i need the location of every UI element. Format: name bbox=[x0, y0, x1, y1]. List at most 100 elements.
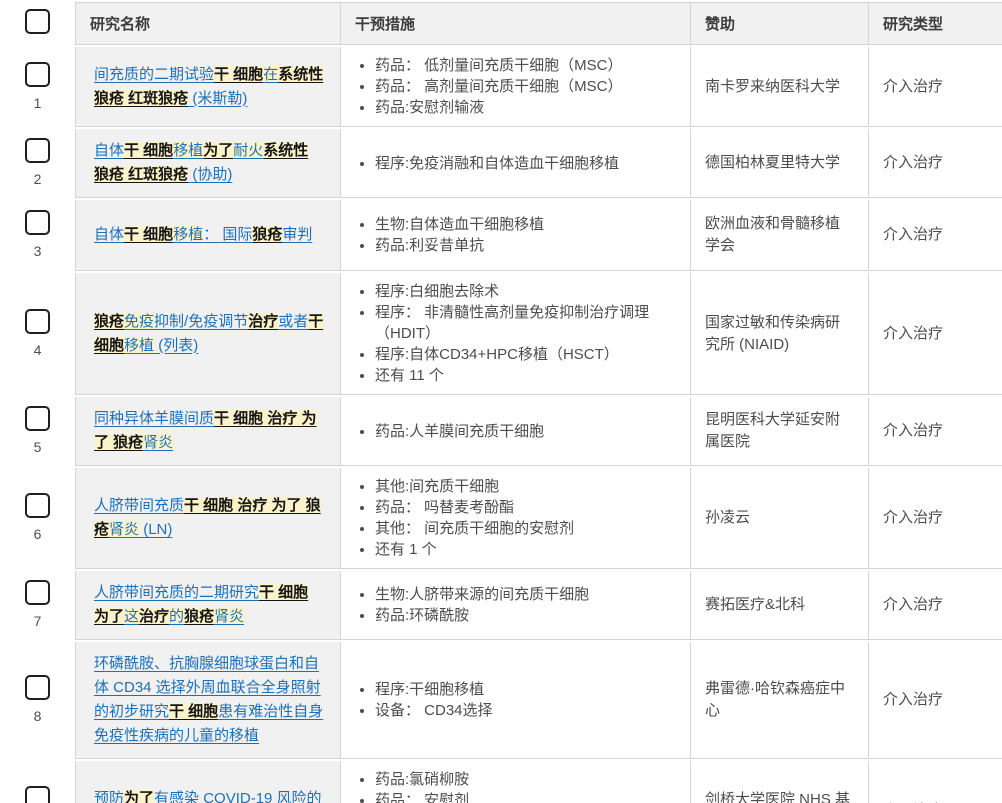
study-title-link[interactable]: 同种异体羊膜间质干 细胞 治疗 为了 狼疮肾炎 bbox=[94, 410, 317, 451]
interventions-cell: 其他:间充质干细胞药品： 吗替麦考酚酯其他： 间充质干细胞的安慰剂还有 1 个 bbox=[340, 468, 690, 569]
study-title-segment: 审判 bbox=[282, 226, 312, 243]
row-number: 5 bbox=[25, 439, 50, 455]
study-title-link[interactable]: 环磷酰胺、抗胸腺细胞球蛋白和自体 CD34 选择外周血联合全身照射的初步研究干 … bbox=[94, 655, 323, 744]
intervention-item: 程序:白细胞去除术 bbox=[375, 281, 680, 302]
study-name-cell: 狼疮免疫抑制/免疫调节治疗或者干 细胞移植 (列表) bbox=[75, 273, 340, 395]
intervention-item: 药品： 高剂量间充质干细胞（MSC） bbox=[375, 76, 680, 97]
interventions-cell: 程序:白细胞去除术程序： 非清髓性高剂量免疫抑制治疗调理（HDIT）程序:自体C… bbox=[340, 273, 690, 395]
study-title-link[interactable]: 预防为了有感染 COVID-19 风险的患者 -V bbox=[94, 790, 322, 803]
study-title-segment: (米斯勒) bbox=[188, 90, 247, 107]
study-title-segment: 干 细胞 bbox=[214, 66, 263, 83]
intervention-item: 药品:利妥昔单抗 bbox=[375, 235, 680, 256]
sponsor-cell: 德国柏林夏里特大学 bbox=[690, 129, 868, 198]
study-name-cell: 人脐带间充质干 细胞 治疗 为了 狼疮肾炎 (LN) bbox=[75, 468, 340, 569]
study-type-cell: 介入治疗 bbox=[868, 571, 1002, 640]
study-title-segment: 移植 bbox=[173, 142, 203, 159]
table-row: 8 环磷酰胺、抗胸腺细胞球蛋白和自体 CD34 选择外周血联合全身照射的初步研究干… bbox=[0, 642, 1002, 759]
interventions-cell: 程序:免疫消融和自体造血干细胞移植 bbox=[340, 129, 690, 198]
interventions-list: 程序:免疫消融和自体造血干细胞移植 bbox=[355, 153, 680, 174]
study-title-segment: 自体 bbox=[94, 226, 124, 243]
select-all-checkbox[interactable] bbox=[25, 9, 50, 34]
interventions-list: 生物:自体造血干细胞移植药品:利妥昔单抗 bbox=[355, 214, 680, 256]
study-title-link[interactable]: 人脐带间充质干 细胞 治疗 为了 狼疮肾炎 (LN) bbox=[94, 497, 321, 538]
interventions-cell: 程序:干细胞移植设备： CD34选择 bbox=[340, 642, 690, 759]
row-select-cell: 4 bbox=[0, 273, 75, 395]
study-title-segment: (协助) bbox=[188, 166, 232, 183]
interventions-list: 生物:人脐带来源的间充质干细胞药品:环磷酰胺 bbox=[355, 584, 680, 626]
intervention-item: 药品： 安慰剂 bbox=[375, 790, 680, 803]
intervention-item: 药品： 吗替麦考酚酯 bbox=[375, 497, 680, 518]
study-title-segment: 治疗 bbox=[248, 313, 278, 330]
intervention-item: 药品： 低剂量间充质干细胞（MSC） bbox=[375, 55, 680, 76]
interventions-cell: 生物:人脐带来源的间充质干细胞药品:环磷酰胺 bbox=[340, 571, 690, 640]
study-title-segment: 耐火 bbox=[233, 142, 263, 159]
table-row: 4 狼疮免疫抑制/免疫调节治疗或者干 细胞移植 (列表) 程序:白细胞去除术程序：… bbox=[0, 273, 1002, 395]
study-title-link[interactable]: 狼疮免疫抑制/免疫调节治疗或者干 细胞移植 (列表) bbox=[94, 313, 323, 354]
sponsor-cell: 孙凌云 bbox=[690, 468, 868, 569]
study-type-cell: 介入治疗 bbox=[868, 468, 1002, 569]
row-checkbox[interactable] bbox=[25, 406, 50, 431]
row-checkbox[interactable] bbox=[25, 138, 50, 163]
interventions-list: 程序:干细胞移植设备： CD34选择 bbox=[355, 679, 680, 721]
row-select-cell: 8 bbox=[0, 642, 75, 759]
row-checkbox[interactable] bbox=[25, 210, 50, 235]
intervention-item: 药品:安慰剂输液 bbox=[375, 97, 680, 118]
interventions-list: 药品： 低剂量间充质干细胞（MSC）药品： 高剂量间充质干细胞（MSC）药品:安… bbox=[355, 55, 680, 118]
study-type-cell: 介入治疗 bbox=[868, 397, 1002, 466]
row-number: 1 bbox=[25, 95, 50, 111]
row-number: 8 bbox=[25, 708, 50, 724]
study-title-segment: 或者 bbox=[278, 313, 308, 330]
study-title-segment: 在 bbox=[263, 66, 278, 83]
sponsor-cell: 欧洲血液和骨髓移植学会 bbox=[690, 200, 868, 271]
study-title-segment: ： 国际 bbox=[203, 226, 252, 243]
interventions-cell: 药品:氯硝柳胺药品： 安慰剂药品:环索奈德还有 3 个 bbox=[340, 761, 690, 803]
study-title-segment: (列表) bbox=[154, 337, 198, 354]
study-title-link[interactable]: 自体干 细胞移植为了耐火系统性 狼疮 红斑狼疮 (协助) bbox=[94, 142, 308, 183]
row-select-cell: 3 bbox=[0, 200, 75, 271]
study-title-link[interactable]: 人脐带间充质的二期研究干 细胞 为了这治疗的狼疮肾炎 bbox=[94, 584, 308, 625]
row-number: 3 bbox=[25, 243, 50, 259]
row-checkbox[interactable] bbox=[25, 580, 50, 605]
study-title-segment: 肾炎 bbox=[143, 434, 173, 451]
row-checkbox[interactable] bbox=[25, 309, 50, 334]
study-type-cell: 介入治疗 bbox=[868, 200, 1002, 271]
row-checkbox[interactable] bbox=[25, 493, 50, 518]
study-name-cell: 人脐带间充质的二期研究干 细胞 为了这治疗的狼疮肾炎 bbox=[75, 571, 340, 640]
study-title-segment: 狼疮 bbox=[184, 608, 214, 625]
study-title-segment: 抑制/免疫调节 bbox=[154, 313, 248, 330]
intervention-item: 药品:人羊膜间充质干细胞 bbox=[375, 421, 680, 442]
interventions-list: 程序:白细胞去除术程序： 非清髓性高剂量免疫抑制治疗调理（HDIT）程序:自体C… bbox=[355, 281, 680, 386]
intervention-item: 程序:干细胞移植 bbox=[375, 679, 680, 700]
row-checkbox[interactable] bbox=[25, 62, 50, 87]
table-row: 2 自体干 细胞移植为了耐火系统性 狼疮 红斑狼疮 (协助) 程序:免疫消融和自体… bbox=[0, 129, 1002, 198]
select-all-cell bbox=[0, 2, 75, 45]
table-row: 7 人脐带间充质的二期研究干 细胞 为了这治疗的狼疮肾炎 生物:人脐带来源的间充质干… bbox=[0, 571, 1002, 640]
study-type-cell: 介入治疗 bbox=[868, 761, 1002, 803]
row-select-cell: 6 bbox=[0, 468, 75, 569]
intervention-item: 药品:氯硝柳胺 bbox=[375, 769, 680, 790]
row-checkbox[interactable] bbox=[25, 675, 50, 700]
column-header-study-type: 研究类型 bbox=[868, 2, 1002, 45]
study-title-segment: 移植 bbox=[173, 226, 203, 243]
study-title-segment: 自体 bbox=[94, 142, 124, 159]
row-select-cell: 2 bbox=[0, 129, 75, 198]
clinical-studies-results-page: 研究名称 干预措施 赞助 研究类型 1间充质的二期试验干 细胞在系统性 狼疮 红… bbox=[0, 0, 1002, 803]
intervention-item: 程序:免疫消融和自体造血干细胞移植 bbox=[375, 153, 680, 174]
row-number: 6 bbox=[25, 526, 50, 542]
study-title-segment: 狼疮 bbox=[94, 313, 124, 330]
interventions-list: 药品:氯硝柳胺药品： 安慰剂药品:环索奈德还有 3 个 bbox=[355, 769, 680, 803]
intervention-item: 还有 11 个 bbox=[375, 365, 680, 386]
row-checkbox[interactable] bbox=[25, 786, 50, 803]
table-row: 5同种异体羊膜间质干 细胞 治疗 为了 狼疮肾炎药品:人羊膜间充质干细胞昆明医科… bbox=[0, 397, 1002, 466]
study-type-cell: 介入治疗 bbox=[868, 642, 1002, 759]
study-title-segment: 为了 bbox=[203, 142, 233, 159]
study-title-segment: 干 细胞 bbox=[124, 142, 173, 159]
study-type-cell: 介入治疗 bbox=[868, 47, 1002, 127]
row-number: 7 bbox=[25, 613, 50, 629]
study-title-segment: 人脐带间充质的二期研究 bbox=[94, 584, 259, 601]
study-title-link[interactable]: 间充质的二期试验干 细胞在系统性 狼疮 红斑狼疮 (米斯勒) bbox=[94, 66, 323, 107]
interventions-cell: 药品:人羊膜间充质干细胞 bbox=[340, 397, 690, 466]
study-title-link[interactable]: 自体干 细胞移植： 国际狼疮审判 bbox=[94, 226, 312, 243]
sponsor-cell: 南卡罗来纳医科大学 bbox=[690, 47, 868, 127]
column-header-interventions: 干预措施 bbox=[340, 2, 690, 45]
